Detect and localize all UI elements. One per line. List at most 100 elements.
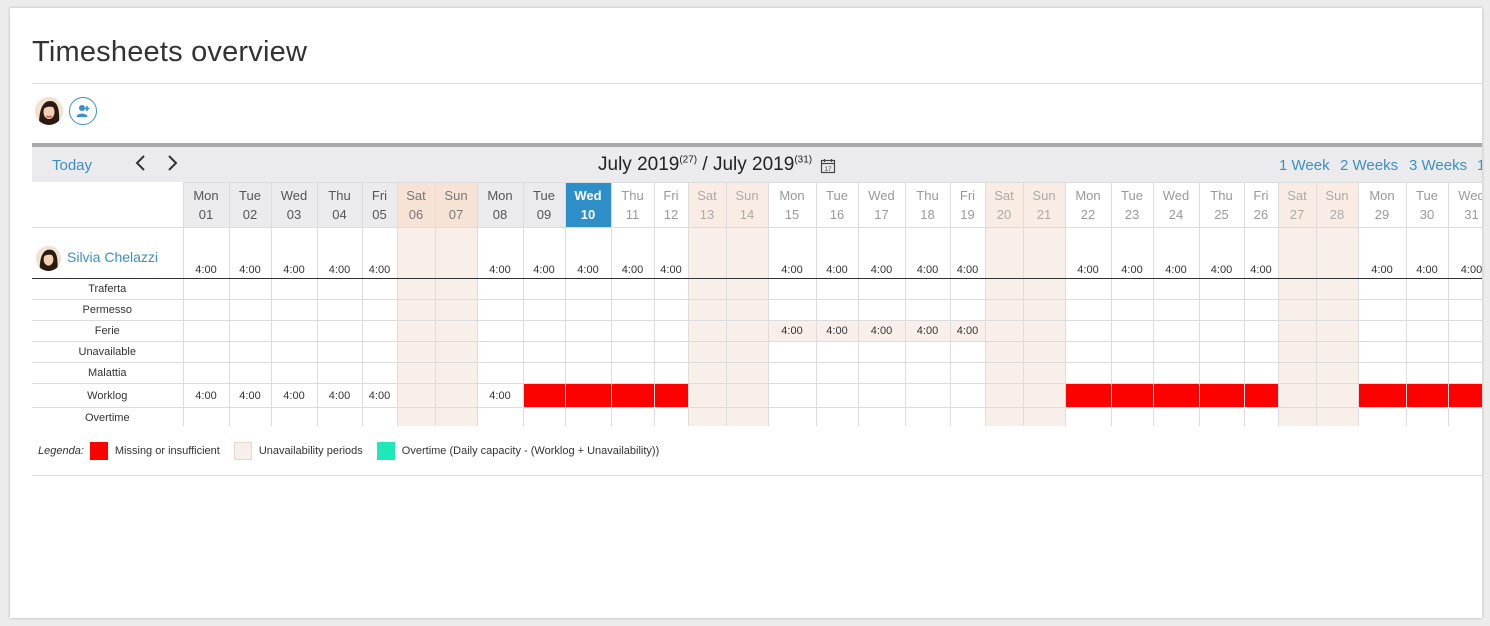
- timesheet-cell[interactable]: [725, 299, 769, 321]
- timesheet-cell[interactable]: [228, 407, 272, 426]
- timesheet-cell[interactable]: [653, 362, 689, 384]
- day-header[interactable]: Fri 05: [361, 182, 398, 228]
- timesheet-cell[interactable]: [949, 278, 986, 300]
- timesheet-cell[interactable]: 4:00: [270, 383, 318, 408]
- timesheet-cell[interactable]: [476, 320, 524, 342]
- timesheet-cell[interactable]: [984, 383, 1024, 408]
- day-header[interactable]: Sat 13: [687, 182, 727, 228]
- day-header[interactable]: Tue 16: [815, 182, 859, 228]
- timesheet-cell[interactable]: [361, 320, 398, 342]
- user-name-link[interactable]: Silvia Chelazzi: [67, 249, 158, 265]
- timesheet-cell[interactable]: 4:00: [182, 383, 230, 408]
- day-header[interactable]: Mon 15: [767, 182, 817, 228]
- timesheet-cell[interactable]: [316, 341, 363, 363]
- timesheet-cell[interactable]: [396, 278, 436, 300]
- timesheet-cell[interactable]: [767, 362, 817, 384]
- timesheet-cell[interactable]: [904, 383, 951, 408]
- timesheet-cell[interactable]: [361, 407, 398, 426]
- missing-cell[interactable]: [1243, 383, 1279, 408]
- timesheet-cell[interactable]: [1022, 407, 1066, 426]
- timesheet-cell[interactable]: [396, 362, 436, 384]
- missing-cell[interactable]: [522, 383, 566, 408]
- timesheet-cell[interactable]: [316, 407, 363, 426]
- timesheet-cell[interactable]: [1198, 299, 1245, 321]
- timesheet-cell[interactable]: [1447, 407, 1482, 426]
- timesheet-cell[interactable]: [725, 278, 769, 300]
- day-header[interactable]: Fri 19: [949, 182, 986, 228]
- timesheet-cell[interactable]: [476, 299, 524, 321]
- timesheet-cell[interactable]: [857, 362, 906, 384]
- timesheet-cell[interactable]: [610, 407, 655, 426]
- timesheet-cell[interactable]: [1315, 278, 1359, 300]
- timesheet-cell[interactable]: [564, 407, 612, 426]
- missing-cell[interactable]: [564, 383, 612, 408]
- timesheet-cell[interactable]: [610, 320, 655, 342]
- chevron-left-icon[interactable]: [134, 153, 148, 179]
- timesheet-cell[interactable]: [522, 407, 566, 426]
- timesheet-cell[interactable]: [725, 341, 769, 363]
- timesheet-cell[interactable]: [1277, 278, 1317, 300]
- day-header[interactable]: Wed 10: [564, 182, 612, 228]
- timesheet-cell[interactable]: 4:00: [476, 383, 524, 408]
- missing-cell[interactable]: [653, 383, 689, 408]
- timesheet-cell[interactable]: [396, 407, 436, 426]
- timesheet-cell[interactable]: [270, 299, 318, 321]
- timesheet-cell[interactable]: [984, 299, 1024, 321]
- timesheet-cell[interactable]: [1152, 299, 1200, 321]
- user-avatar-icon[interactable]: [35, 97, 63, 125]
- timesheet-cell[interactable]: [1198, 362, 1245, 384]
- timesheet-cell[interactable]: [857, 341, 906, 363]
- timesheet-cell[interactable]: [522, 278, 566, 300]
- timesheet-cell[interactable]: [228, 299, 272, 321]
- timesheet-cell[interactable]: [1064, 362, 1112, 384]
- timesheet-cell[interactable]: [1064, 407, 1112, 426]
- timesheet-cell[interactable]: [1405, 362, 1449, 384]
- timesheet-cell[interactable]: [564, 278, 612, 300]
- timesheet-cell[interactable]: [361, 278, 398, 300]
- timesheet-cell[interactable]: [949, 362, 986, 384]
- timesheet-cell[interactable]: [767, 383, 817, 408]
- timesheet-cell[interactable]: 4:00: [228, 383, 272, 408]
- timesheet-cell[interactable]: [182, 278, 230, 300]
- timesheet-cell[interactable]: [1315, 341, 1359, 363]
- day-header[interactable]: Wed 24: [1152, 182, 1200, 228]
- timesheet-cell[interactable]: [1110, 299, 1154, 321]
- timesheet-cell[interactable]: [476, 407, 524, 426]
- timesheet-cell[interactable]: [1447, 320, 1482, 342]
- timesheet-cell[interactable]: [1243, 362, 1279, 384]
- day-header[interactable]: Wed 03: [270, 182, 318, 228]
- timesheet-cell[interactable]: [270, 362, 318, 384]
- timesheet-cell[interactable]: [361, 362, 398, 384]
- timesheet-cell[interactable]: [1152, 278, 1200, 300]
- timesheet-cell[interactable]: [434, 341, 478, 363]
- timesheet-cell[interactable]: [1243, 341, 1279, 363]
- timesheet-cell[interactable]: [1064, 341, 1112, 363]
- timesheet-cell[interactable]: [1405, 278, 1449, 300]
- timesheet-cell[interactable]: [904, 278, 951, 300]
- timesheet-cell[interactable]: [476, 278, 524, 300]
- timesheet-cell[interactable]: [1110, 341, 1154, 363]
- view-3-weeks[interactable]: 3 Weeks: [1409, 157, 1467, 174]
- missing-cell[interactable]: [1152, 383, 1200, 408]
- timesheet-cell[interactable]: [564, 362, 612, 384]
- timesheet-cell[interactable]: [434, 407, 478, 426]
- timesheet-cell[interactable]: [815, 362, 859, 384]
- timesheet-cell[interactable]: [270, 407, 318, 426]
- timesheet-cell[interactable]: [1277, 362, 1317, 384]
- timesheet-cell[interactable]: [270, 320, 318, 342]
- timesheet-cell[interactable]: [522, 362, 566, 384]
- timesheet-cell[interactable]: [316, 362, 363, 384]
- timesheet-cell[interactable]: [228, 362, 272, 384]
- timesheet-cell[interactable]: 4:00: [857, 320, 906, 342]
- timesheet-cell[interactable]: [1022, 299, 1066, 321]
- today-button[interactable]: Today: [52, 157, 92, 174]
- timesheet-cell[interactable]: [1315, 320, 1359, 342]
- day-header[interactable]: Mon 22: [1064, 182, 1112, 228]
- timesheet-cell[interactable]: [815, 299, 859, 321]
- timesheet-cell[interactable]: [904, 341, 951, 363]
- timesheet-cell[interactable]: 4:00: [904, 320, 951, 342]
- day-header[interactable]: Sun 14: [725, 182, 769, 228]
- timesheet-cell[interactable]: [725, 362, 769, 384]
- timesheet-cell[interactable]: [904, 407, 951, 426]
- timesheet-cell[interactable]: [182, 299, 230, 321]
